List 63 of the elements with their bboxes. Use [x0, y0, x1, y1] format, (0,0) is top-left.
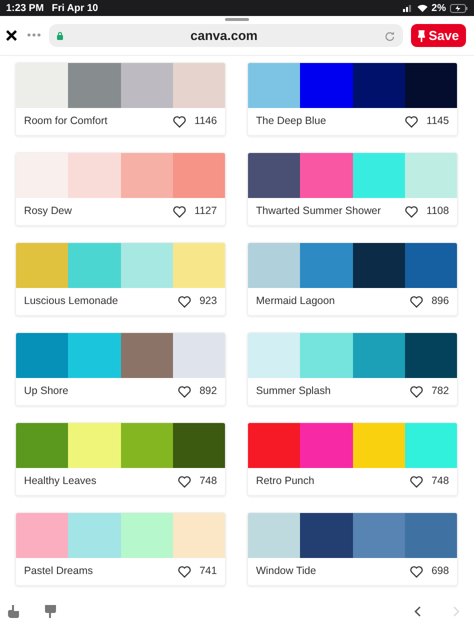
palette-name: Luscious Lemonade [24, 294, 118, 309]
palette-name: Up Shore [24, 384, 68, 399]
wifi-icon [416, 4, 428, 12]
like-count: 896 [431, 294, 449, 309]
palette-card[interactable]: Rosy Dew 1127 [15, 152, 226, 226]
battery-percent: 2% [432, 2, 446, 16]
palette-card[interactable]: Window Tide 698 [247, 512, 458, 586]
palette-name: The Deep Blue [256, 114, 326, 129]
palette-card[interactable]: The Deep Blue 1145 [247, 62, 458, 136]
palette-name: Healthy Leaves [24, 474, 96, 489]
like-count: 1127 [194, 204, 217, 219]
thumbs-down-icon[interactable] [44, 604, 57, 618]
like-count: 923 [199, 294, 217, 309]
palette-name: Retro Punch [256, 474, 314, 489]
like-count: 892 [199, 384, 217, 399]
status-time: 1:23 PM [6, 2, 44, 16]
pin-icon [418, 30, 425, 42]
like-count: 1108 [426, 204, 449, 219]
heart-icon[interactable] [410, 566, 424, 578]
url-text: canva.com [190, 26, 258, 45]
palette-name: Window Tide [256, 564, 316, 579]
like-count: 741 [199, 564, 217, 579]
palette-name: Summer Splash [256, 384, 331, 399]
palette-card[interactable]: Mermaid Lagoon 896 [247, 242, 458, 316]
palette-name: Pastel Dreams [24, 564, 93, 579]
palette-name: Rosy Dew [24, 204, 72, 219]
palette-card[interactable]: Luscious Lemonade 923 [15, 242, 226, 316]
close-icon[interactable] [6, 30, 17, 41]
palette-card[interactable]: Up Shore 892 [15, 332, 226, 406]
like-count: 748 [431, 474, 449, 489]
heart-icon[interactable] [173, 116, 186, 128]
like-count: 698 [431, 564, 449, 579]
palette-card[interactable]: Healthy Leaves 748 [15, 422, 226, 496]
palette-card[interactable]: Thwarted Summer Shower 1108 [247, 152, 458, 226]
heart-icon[interactable] [410, 386, 424, 398]
palette-name: Thwarted Summer Shower [256, 204, 381, 219]
heart-icon[interactable] [405, 116, 418, 128]
more-icon[interactable] [27, 33, 41, 37]
like-count: 782 [431, 384, 449, 399]
palette-card[interactable]: Room for Comfort 1146 [15, 62, 226, 136]
heart-icon[interactable] [178, 566, 192, 578]
like-count: 748 [199, 474, 217, 489]
palette-card[interactable]: Summer Splash 782 [247, 332, 458, 406]
address-bar[interactable]: canva.com [49, 24, 403, 47]
heart-icon[interactable] [178, 476, 192, 488]
heart-icon[interactable] [178, 296, 192, 308]
palette-card[interactable]: Pastel Dreams 741 [15, 512, 226, 586]
heart-icon[interactable] [178, 386, 192, 398]
lock-icon [57, 32, 63, 40]
palette-name: Room for Comfort [24, 114, 108, 129]
status-date: Fri Apr 10 [52, 2, 98, 16]
heart-icon[interactable] [405, 206, 418, 218]
heart-icon[interactable] [410, 296, 424, 308]
signal-icon [402, 4, 413, 12]
like-count: 1146 [194, 114, 217, 129]
battery-icon [450, 4, 468, 12]
save-button[interactable]: Save [410, 24, 466, 47]
palette-card[interactable]: Retro Punch 748 [247, 422, 458, 496]
palette-name: Mermaid Lagoon [256, 294, 335, 309]
heart-icon[interactable] [173, 206, 186, 218]
thumbs-up-icon[interactable] [8, 604, 20, 618]
like-count: 1145 [426, 114, 449, 129]
heart-icon[interactable] [410, 476, 424, 488]
